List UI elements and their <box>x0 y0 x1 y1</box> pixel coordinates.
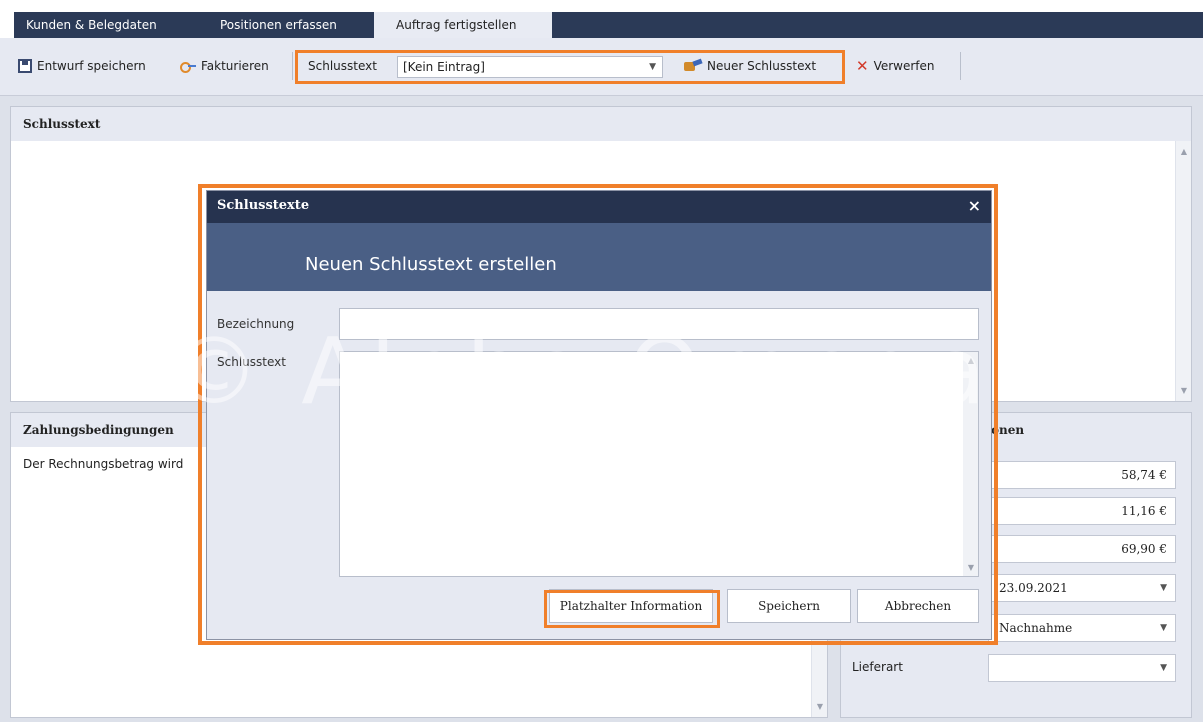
key-icon <box>180 60 196 73</box>
closing-text-select-value: [Kein Eintrag] <box>403 60 485 74</box>
chevron-down-icon: ▼ <box>1160 663 1167 673</box>
chevron-down-icon: ▼ <box>649 62 656 72</box>
new-text-icon <box>684 60 702 72</box>
save-draft-label: Entwurf speichern <box>37 59 146 73</box>
toolbar: Entwurf speichern Fakturieren Schlusstex… <box>0 38 1203 96</box>
scroll-up-icon: ▲ <box>967 356 974 365</box>
shipping-label: Lieferart <box>852 660 903 674</box>
toolbar-separator <box>292 52 293 80</box>
closing-text-textarea[interactable] <box>339 351 965 577</box>
tax-amount-field: 11,16 € <box>988 497 1176 525</box>
tab-positionen-erfassen[interactable]: Positionen erfassen <box>198 12 374 38</box>
date-value: 23.09.2021 <box>999 581 1068 595</box>
tab-bar: Kunden & Belegdaten Positionen erfassen … <box>0 0 1203 38</box>
save-icon <box>18 59 32 73</box>
tab-kunden-belegdaten[interactable]: Kunden & Belegdaten <box>14 12 198 38</box>
payment-method-select[interactable]: Nachnahme ▼ <box>988 614 1176 642</box>
name-input[interactable] <box>339 308 979 340</box>
scroll-up-icon: ▲ <box>1180 147 1187 156</box>
closing-text-scrollbar[interactable]: ▲ ▼ <box>1175 141 1191 401</box>
new-closing-text-button[interactable]: Neuer Schlusstext <box>684 54 816 78</box>
textarea-scrollbar[interactable]: ▲ ▼ <box>963 351 979 577</box>
scroll-down-icon: ▼ <box>816 702 823 711</box>
name-label: Bezeichnung <box>217 317 295 331</box>
invoice-label: Fakturieren <box>201 59 269 73</box>
toolbar-separator <box>960 52 961 80</box>
chevron-down-icon: ▼ <box>1160 583 1167 593</box>
placeholder-button-highlight <box>544 590 720 628</box>
dialog-title: Schlusstexte × <box>207 191 991 223</box>
date-select[interactable]: 23.09.2021 ▼ <box>988 574 1176 602</box>
closing-texts-dialog: Schlusstexte × Neuen Schlusstext erstell… <box>206 190 992 640</box>
shipping-select[interactable]: ▼ <box>988 654 1176 682</box>
scroll-down-icon: ▼ <box>967 563 974 572</box>
close-icon[interactable]: × <box>968 191 981 221</box>
payment-terms-text: Der Rechnungsbetrag wird <box>23 457 184 471</box>
new-closing-text-label: Neuer Schlusstext <box>707 59 817 73</box>
save-draft-button[interactable]: Entwurf speichern <box>18 54 146 78</box>
closing-text-select[interactable]: [Kein Eintrag] ▼ <box>397 56 663 78</box>
save-button[interactable]: Speichern <box>727 589 851 623</box>
close-icon: ✕ <box>856 57 869 75</box>
scroll-down-icon: ▼ <box>1180 386 1187 395</box>
discard-button[interactable]: ✕ Verwerfen <box>856 54 935 78</box>
payment-method-value: Nachnahme <box>999 621 1073 635</box>
net-amount-field: 58,74 € <box>988 461 1176 489</box>
tab-bar-fill <box>552 12 1203 38</box>
chevron-down-icon: ▼ <box>1160 623 1167 633</box>
dialog-heading: Neuen Schlusstext erstellen <box>207 223 991 291</box>
text-label: Schlusstext <box>217 355 286 369</box>
closing-text-label: Schlusstext <box>308 59 377 73</box>
closing-text-panel-title: Schlusstext <box>11 107 1191 141</box>
tab-auftrag-fertigstellen[interactable]: Auftrag fertigstellen <box>374 12 552 38</box>
gross-amount-field: 69,90 € <box>988 535 1176 563</box>
dialog-title-text: Schlusstexte <box>217 198 310 213</box>
invoice-button[interactable]: Fakturieren <box>180 54 269 78</box>
discard-label: Verwerfen <box>873 59 935 73</box>
cancel-button[interactable]: Abbrechen <box>857 589 979 623</box>
